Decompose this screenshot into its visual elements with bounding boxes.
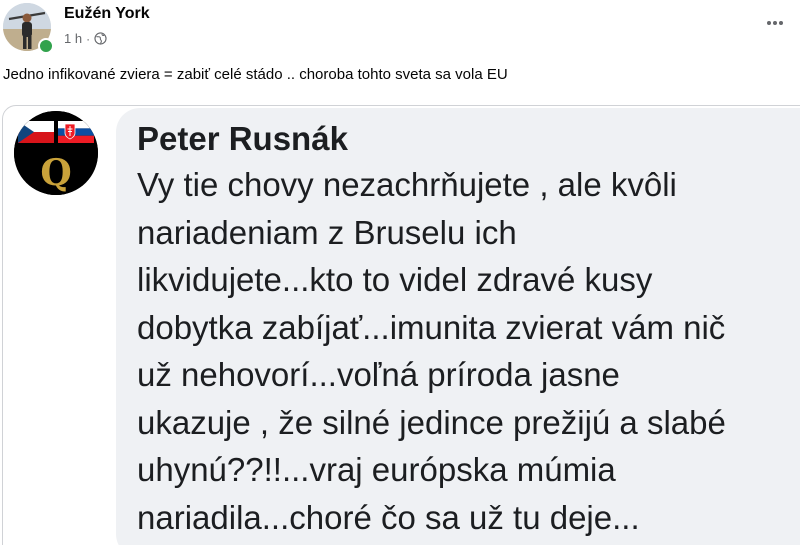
post-header: Eužén York 1 h ·: [0, 0, 800, 60]
comment-line: uhynú??!!...vraj európska múmia: [137, 451, 616, 488]
meta-separator: ·: [86, 31, 91, 46]
comment-line: ukazuje , že silné jedince prežijú a sla…: [137, 403, 726, 441]
author-name[interactable]: Eužén York: [64, 5, 150, 23]
comment-text: Vy tie chovy nezachrňujete , ale kvôli n…: [137, 161, 797, 541]
post-text: Jedno infikované zviera = zabiť celé stá…: [3, 66, 508, 83]
post-meta: 1 h ·: [64, 31, 107, 46]
comment-line: Vy tie chovy nezachrňujete , ale kvôli: [137, 166, 677, 203]
post-time[interactable]: 1 h: [64, 31, 82, 46]
q-emblem-icon: Q: [14, 111, 98, 195]
globe-icon: [94, 32, 107, 45]
comment-line: likvidujete...kto to videl zdravé kusy: [137, 261, 653, 298]
shared-screenshot[interactable]: Q Peter Rusnák Vy tie chovy nezachrňujet…: [0, 103, 800, 545]
commenter-name: Peter Rusnák: [137, 120, 348, 157]
comment-line: nariadeniam z Bruselu ich: [137, 213, 517, 251]
comment-line: nariadila...choré čo sa už tu deje...: [137, 498, 640, 536]
more-horizontal-icon: [767, 21, 783, 25]
commenter-avatar: Q: [14, 111, 98, 195]
more-options-button[interactable]: [760, 8, 790, 38]
comment-line: dobytka zabíjať...imunita zvierat vám ni…: [137, 308, 726, 346]
q-letter: Q: [40, 152, 71, 194]
online-status-indicator: [38, 38, 54, 54]
comment-line: už nehovorí...voľná príroda jasne: [137, 356, 620, 393]
